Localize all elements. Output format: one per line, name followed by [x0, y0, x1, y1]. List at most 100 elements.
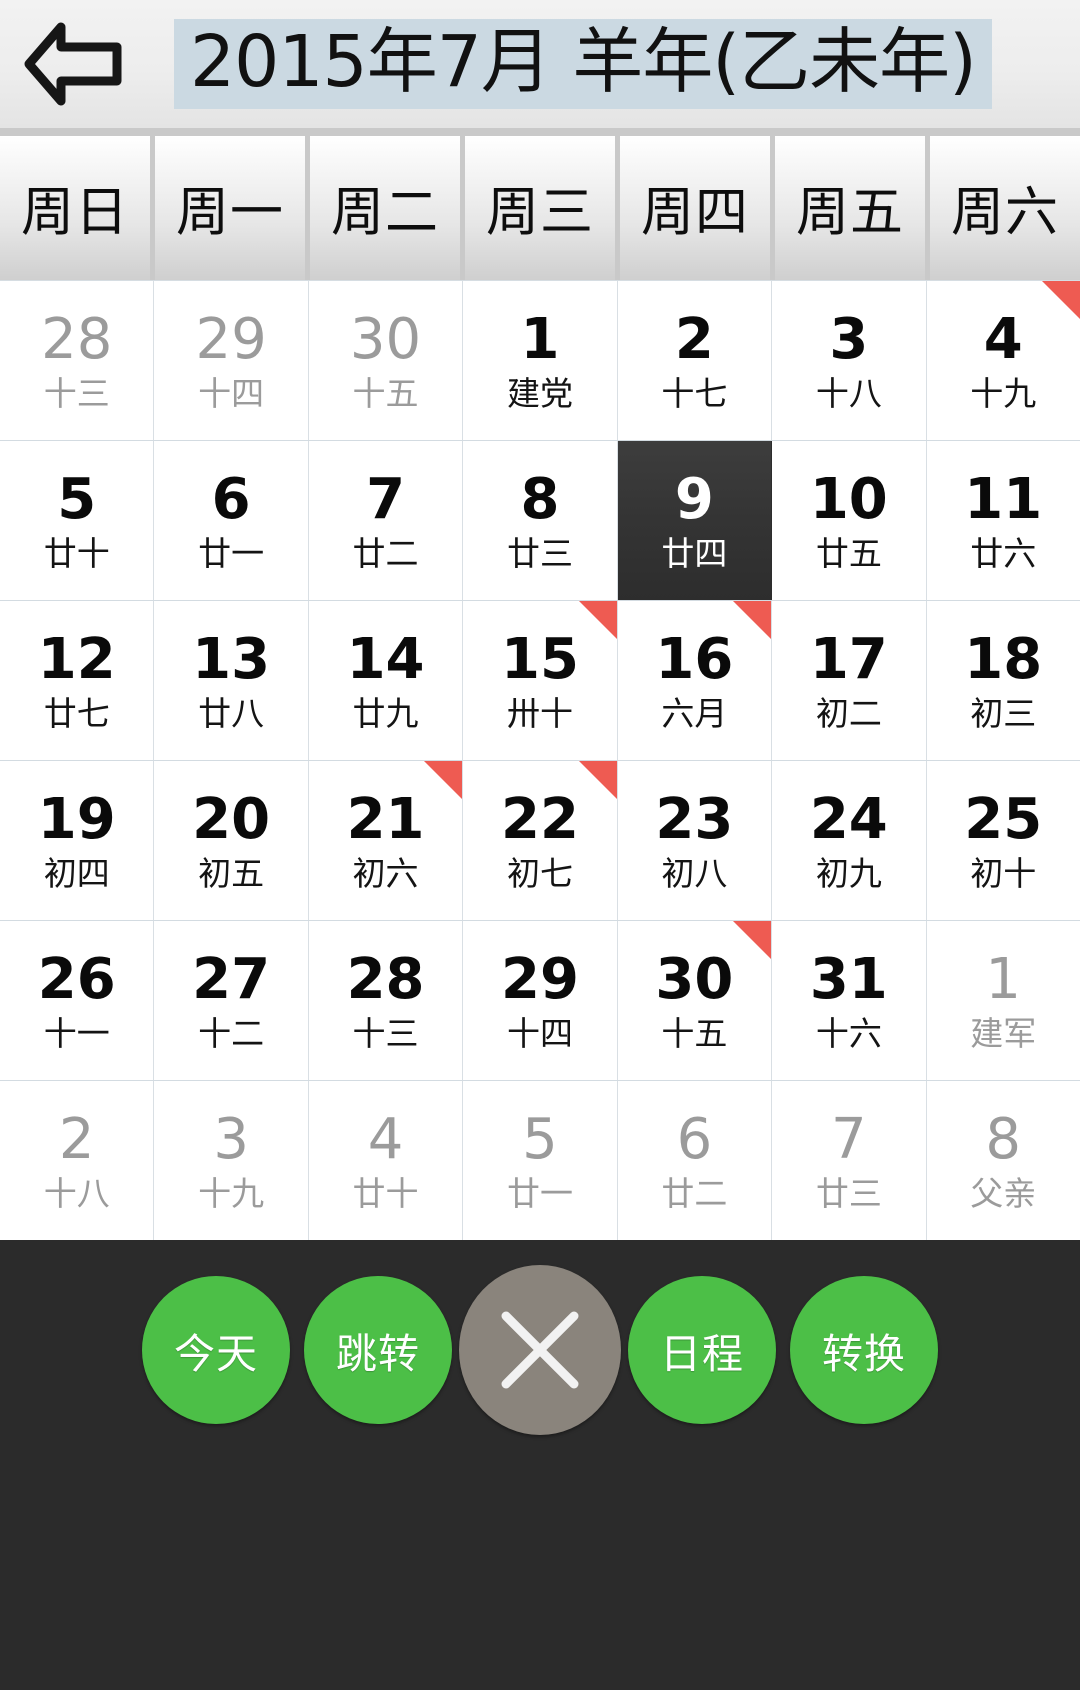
day-number: 24 — [809, 786, 888, 852]
weekday-label: 周五 — [796, 182, 904, 243]
day-lunar-label: 廿三 — [506, 534, 573, 574]
jump-button[interactable]: 跳转 — [304, 1276, 452, 1424]
day-lunar-label: 建党 — [506, 374, 573, 414]
schedule-button[interactable]: 日程 — [628, 1276, 776, 1424]
day-cell[interactable]: 29 十四 — [154, 281, 309, 440]
day-lunar-label: 父亲 — [970, 1174, 1037, 1214]
day-cell[interactable]: 25 初十 — [926, 761, 1080, 920]
day-number: 13 — [192, 626, 271, 692]
day-cell[interactable]: 28 十三 — [0, 281, 155, 440]
weekday-cell-3: 周三 — [465, 136, 615, 280]
app-header: 2015年7月 羊年(乙未年) — [0, 0, 1080, 128]
day-cell[interactable]: 2 十八 — [0, 1081, 155, 1240]
day-cell[interactable]: 26 十一 — [0, 921, 155, 1080]
day-cell[interactable]: 7 廿三 — [772, 1081, 927, 1240]
bottom-toolbar: 今天 跳转 日程 转换 — [0, 1240, 1080, 1690]
day-cell[interactable]: 1 建军 — [926, 921, 1080, 1080]
toolbar-slot: 今天 — [135, 1276, 297, 1424]
weekday-label: 周四 — [641, 182, 749, 243]
toolbar-slot: 转换 — [783, 1276, 945, 1424]
day-lunar-label: 十五 — [661, 1014, 728, 1054]
day-cell[interactable]: 4 廿十 — [308, 1081, 464, 1240]
day-number: 6 — [211, 466, 251, 532]
calendar-week-row: 26 十一 27 十二 28 十三 29 十四 30 十五 31 十六 1 建军 — [0, 921, 1080, 1081]
day-lunar-label: 建军 — [970, 1014, 1037, 1054]
calendar-week-row: 12 廿七 13 廿八 14 廿九 15 卅十 16 六月 17 初二 18 初三 — [0, 601, 1080, 761]
day-cell[interactable]: 6 廿一 — [154, 441, 309, 600]
day-lunar-label: 廿七 — [43, 694, 110, 734]
day-cell[interactable]: 12 廿七 — [0, 601, 155, 760]
day-cell[interactable]: 20 初五 — [154, 761, 309, 920]
day-number: 5 — [57, 466, 97, 532]
close-button[interactable] — [459, 1265, 621, 1435]
day-cell[interactable]: 17 初二 — [772, 601, 927, 760]
day-cell[interactable]: 14 廿九 — [308, 601, 464, 760]
day-number: 28 — [346, 946, 425, 1012]
day-number: 30 — [655, 946, 734, 1012]
today-button[interactable]: 今天 — [142, 1276, 290, 1424]
day-lunar-label: 十五 — [352, 374, 419, 414]
day-cell[interactable]: 4 十九 — [926, 281, 1080, 440]
event-marker-icon — [733, 601, 772, 639]
day-cell[interactable]: 16 六月 — [617, 601, 773, 760]
day-number: 2 — [674, 306, 714, 372]
day-cell[interactable]: 15 卅十 — [463, 601, 618, 760]
day-cell[interactable]: 10 廿五 — [772, 441, 927, 600]
back-button[interactable] — [18, 18, 128, 110]
day-cell[interactable]: 21 初六 — [308, 761, 464, 920]
day-number: 4 — [983, 306, 1023, 372]
day-cell[interactable]: 30 十五 — [617, 921, 773, 1080]
day-number: 25 — [964, 786, 1043, 852]
day-cell[interactable]: 8 廿三 — [463, 441, 618, 600]
weekday-header: 周日 周一 周二 周三 周四 周五 周六 — [0, 128, 1080, 280]
day-cell[interactable]: 29 十四 — [463, 921, 618, 1080]
day-number: 3 — [829, 306, 869, 372]
day-lunar-label: 初十 — [970, 854, 1037, 894]
day-number: 29 — [501, 946, 579, 1012]
weekday-cell-5: 周五 — [775, 136, 925, 280]
day-cell[interactable]: 3 十八 — [772, 281, 927, 440]
weekday-label: 周一 — [176, 182, 284, 243]
day-cell[interactable]: 11 廿六 — [926, 441, 1080, 600]
convert-button[interactable]: 转换 — [790, 1276, 938, 1424]
day-cell[interactable]: 5 廿十 — [0, 441, 155, 600]
day-cell[interactable]: 5 廿一 — [463, 1081, 618, 1240]
day-cell[interactable]: 23 初八 — [617, 761, 773, 920]
calendar-grid: 28 十三 29 十四 30 十五 1 建党 2 十七 3 十八 4 十九 5 廿十 6 廿一 7 廿二 8 廿三 9 廿四 1… — [0, 280, 1080, 1240]
day-cell[interactable]: 18 初三 — [926, 601, 1080, 760]
day-cell[interactable]: 27 十二 — [154, 921, 309, 1080]
day-cell[interactable]: 6 廿二 — [617, 1081, 773, 1240]
day-cell[interactable]: 8 父亲 — [926, 1081, 1080, 1240]
day-cell[interactable]: 24 初九 — [772, 761, 927, 920]
day-cell[interactable]: 13 廿八 — [154, 601, 309, 760]
day-cell[interactable]: 22 初七 — [463, 761, 618, 920]
toolbar-slot: 日程 — [621, 1276, 783, 1424]
day-cell[interactable]: 7 廿二 — [308, 441, 464, 600]
day-number: 15 — [501, 626, 579, 692]
day-lunar-label: 廿三 — [815, 1174, 882, 1214]
day-number: 9 — [674, 466, 714, 532]
day-cell-selected[interactable]: 9 廿四 — [617, 441, 773, 600]
day-lunar-label: 十三 — [43, 374, 110, 414]
day-number: 18 — [964, 626, 1043, 692]
day-lunar-label: 廿二 — [661, 1174, 728, 1214]
day-lunar-label: 廿五 — [815, 534, 882, 574]
weekday-label: 周日 — [21, 182, 129, 243]
day-number: 27 — [192, 946, 271, 1012]
day-cell[interactable]: 28 十三 — [308, 921, 464, 1080]
day-number: 8 — [985, 1106, 1022, 1172]
day-cell[interactable]: 31 十六 — [772, 921, 927, 1080]
day-lunar-label: 廿一 — [198, 534, 265, 574]
day-cell[interactable]: 1 建党 — [463, 281, 618, 440]
day-cell[interactable]: 30 十五 — [308, 281, 464, 440]
day-cell[interactable]: 3 十九 — [154, 1081, 309, 1240]
day-number: 30 — [349, 306, 422, 372]
day-cell[interactable]: 2 十七 — [617, 281, 773, 440]
day-number: 21 — [346, 786, 425, 852]
day-number: 2 — [58, 1106, 95, 1172]
day-lunar-label: 廿二 — [352, 534, 419, 574]
day-cell[interactable]: 19 初四 — [0, 761, 155, 920]
day-number: 26 — [37, 946, 116, 1012]
day-lunar-label: 十二 — [198, 1014, 265, 1054]
day-number: 29 — [195, 306, 267, 372]
